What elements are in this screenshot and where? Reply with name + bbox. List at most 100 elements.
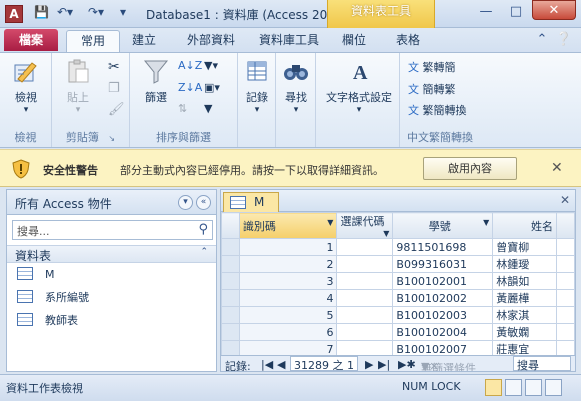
design-view-icon[interactable] [545, 379, 562, 396]
collapse-section-icon[interactable]: ⌃ [200, 247, 208, 257]
nav-search-input[interactable]: 搜尋... ⚲ [12, 220, 213, 240]
nav-item-table-m[interactable]: M [17, 264, 55, 286]
table-row[interactable]: 3 B100102001 林韻如 [221, 272, 575, 290]
cell-empty[interactable] [556, 323, 575, 341]
select-all-cell[interactable] [221, 212, 240, 239]
cut-icon[interactable]: ✂ [108, 59, 120, 75]
column-dropdown-icon[interactable]: ▼ [383, 229, 389, 238]
tab-file[interactable]: 檔案 [4, 29, 58, 51]
datasheet-view-icon[interactable] [485, 379, 502, 396]
cell-name[interactable]: 曾寶柳 [492, 238, 558, 256]
row-selector[interactable] [221, 272, 240, 290]
sort-descending-icon[interactable]: Z↓A [178, 81, 202, 94]
column-header-course-code[interactable]: 選課代碼 ▼ [336, 212, 394, 239]
pivot-chart-view-icon[interactable] [525, 379, 542, 396]
nav-item-table-teacher[interactable]: 教師表 [17, 310, 78, 332]
document-tab-m[interactable]: M [223, 192, 279, 212]
enable-content-button[interactable]: 啟用內容 [423, 157, 517, 180]
tab-create[interactable]: 建立 [122, 30, 166, 52]
cell-course-code[interactable] [336, 289, 394, 307]
paste-button[interactable]: 貼上 ▾ [58, 57, 98, 115]
cell-course-code[interactable] [336, 272, 394, 290]
next-record-icon[interactable]: ▶ [365, 358, 373, 371]
nav-item-table-department[interactable]: 系所編號 [17, 287, 89, 309]
row-selector[interactable] [221, 238, 240, 256]
cell-student-no[interactable]: 9811501698 [392, 238, 494, 256]
nav-pane-header[interactable]: 所有 Access 物件 ▾ « [7, 190, 216, 215]
help-icon[interactable]: ❔ [553, 30, 575, 50]
redo-icon[interactable]: ↷▾ [88, 5, 104, 19]
previous-record-icon[interactable]: ◀ [277, 358, 285, 371]
row-selector[interactable] [221, 323, 240, 341]
find-button[interactable]: 尋找 ▾ [279, 57, 313, 115]
cell-student-no[interactable]: B099316031 [392, 255, 494, 273]
records-button[interactable]: 記錄 ▾ [240, 57, 274, 115]
cell-id[interactable]: 1 [238, 238, 338, 256]
table-row[interactable]: 2 B099316031 林鍾璦 [221, 255, 575, 273]
ribbon-minimize-icon[interactable]: ⌃ [531, 30, 553, 50]
cell-name[interactable]: 林鍾璦 [492, 255, 558, 273]
cell-name[interactable]: 黃麗樺 [492, 289, 558, 307]
column-header-student-no[interactable]: 學號 ▼ [392, 212, 494, 239]
minimize-button[interactable]: — [473, 2, 499, 22]
sort-ascending-icon[interactable]: A↓Z [178, 59, 202, 72]
table-row[interactable]: 5 B100102003 林家淇 [221, 306, 575, 324]
cell-name[interactable]: 林家淇 [492, 306, 558, 324]
column-dropdown-icon[interactable]: ▼ [483, 218, 489, 227]
trad-to-simp-button[interactable]: 文 繁轉簡 [408, 59, 456, 75]
clipboard-launcher-icon[interactable]: ↘ [108, 134, 115, 143]
cell-id[interactable]: 6 [238, 323, 338, 341]
new-record-icon[interactable]: ▶✱ [398, 358, 416, 371]
cell-student-no[interactable]: B100102003 [392, 306, 494, 324]
cell-empty[interactable] [556, 272, 575, 290]
last-record-icon[interactable]: ▶| [378, 358, 390, 371]
customize-qat-icon[interactable]: ▾ [120, 5, 126, 19]
cell-id[interactable]: 3 [238, 272, 338, 290]
cell-student-no[interactable]: B100102004 [392, 323, 494, 341]
column-header-name[interactable]: 姓名 [492, 212, 558, 239]
cell-id[interactable]: 2 [238, 255, 338, 273]
cell-empty[interactable] [556, 238, 575, 256]
current-record-field[interactable]: 31289 之 1 [290, 356, 358, 371]
cell-name[interactable]: 林韻如 [492, 272, 558, 290]
record-search-input[interactable]: 搜尋 [513, 356, 571, 371]
undo-icon[interactable]: ↶▾ [57, 5, 73, 19]
row-selector[interactable] [221, 306, 240, 324]
tab-table[interactable]: 表格 [384, 30, 432, 52]
copy-icon[interactable]: ❐ [108, 81, 120, 96]
advanced-filter-icon[interactable]: ▣▾ [204, 81, 220, 94]
selection-filter-icon[interactable]: ▼▾ [204, 59, 218, 72]
tab-database-tools[interactable]: 資料庫工具 [252, 30, 326, 52]
table-row[interactable]: 4 B100102002 黃麗樺 [221, 289, 575, 307]
save-icon[interactable]: 💾 [34, 5, 49, 19]
table-row[interactable]: 1 9811501698 曾寶柳 [221, 238, 575, 256]
search-icon[interactable]: ⚲ [198, 222, 208, 237]
filter-button[interactable]: 篩選 [136, 57, 176, 105]
toggle-filter-icon[interactable]: ▼ [204, 102, 212, 115]
cell-course-code[interactable] [336, 323, 394, 341]
view-button[interactable]: 檢視 ▾ [6, 57, 46, 115]
format-painter-icon[interactable]: 🖌 [108, 102, 125, 117]
shutter-bar-close-icon[interactable]: « [196, 195, 211, 210]
cell-course-code[interactable] [336, 238, 394, 256]
maximize-button[interactable]: □ [503, 2, 529, 22]
tab-home[interactable]: 常用 [66, 30, 120, 52]
cell-id[interactable]: 5 [238, 306, 338, 324]
tab-external-data[interactable]: 外部資料 [176, 30, 246, 52]
first-record-icon[interactable]: |◀ [261, 358, 273, 371]
access-app-icon[interactable]: A [5, 5, 23, 23]
cell-empty[interactable] [556, 289, 575, 307]
close-window-button[interactable]: ✕ [532, 0, 576, 20]
nav-section-tables[interactable]: 資料表 ⌃ [7, 245, 216, 263]
cell-empty[interactable] [556, 255, 575, 273]
row-selector[interactable] [221, 255, 240, 273]
column-header-id[interactable]: 識別碼 ▼ [238, 212, 338, 239]
cell-empty[interactable] [556, 306, 575, 324]
tab-fields[interactable]: 欄位 [330, 30, 378, 52]
close-document-icon[interactable]: ✕ [560, 193, 570, 207]
cell-student-no[interactable]: B100102001 [392, 272, 494, 290]
cell-student-no[interactable]: B100102002 [392, 289, 494, 307]
text-format-button[interactable]: A 文字格式設定 ▾ [320, 57, 398, 115]
column-dropdown-icon[interactable]: ▼ [327, 218, 333, 227]
close-icon[interactable]: ✕ [551, 160, 563, 176]
